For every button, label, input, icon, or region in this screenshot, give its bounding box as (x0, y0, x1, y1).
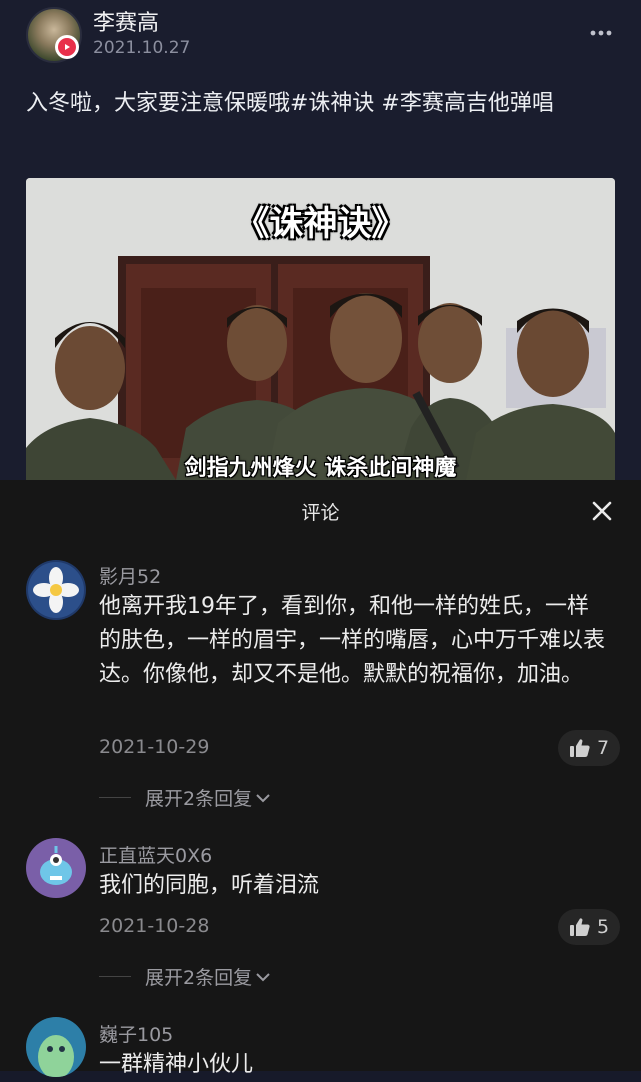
commenter-avatar[interactable] (26, 838, 86, 898)
post-card: 李赛高 2021.10.27 入冬啦，大家要注意保暖哦#诛神诀 #李赛高吉他弹唱 (0, 0, 641, 480)
commenter-name[interactable]: 正直蓝天0X6 (99, 841, 212, 868)
chevron-down-icon (256, 972, 270, 981)
commenter-avatar[interactable] (26, 1017, 86, 1077)
video-thumbnail[interactable]: 《诛神诀》 剑指九州烽火 诛杀此间神魔 (26, 178, 615, 480)
thumbs-up-icon (569, 918, 590, 936)
commenter-name[interactable]: 影月52 (99, 562, 161, 589)
play-badge-icon (55, 35, 79, 59)
comment-date: 2021-10-29 (99, 736, 210, 758)
chevron-down-icon (256, 793, 270, 802)
like-button[interactable]: 5 (558, 909, 620, 945)
expand-replies[interactable]: 展开2条回复 (99, 963, 272, 990)
like-button[interactable]: 7 (558, 730, 620, 766)
author-name[interactable]: 李赛高 (93, 5, 159, 37)
thumbs-up-icon (569, 739, 590, 757)
panel-title: 评论 (301, 502, 340, 524)
close-icon[interactable] (590, 499, 614, 523)
expand-replies-label: 展开2条回复 (145, 967, 253, 989)
expand-replies-label: 展开2条回复 (145, 788, 253, 810)
like-count: 5 (596, 916, 610, 938)
comments-panel: 评论 影月52 他离开我19年了，看到你，和他一样的姓氏，一样的肤色，一样的眉宇… (0, 480, 641, 1077)
commenter-avatar[interactable] (26, 560, 86, 620)
post-text: 入冬啦，大家要注意保暖哦#诛神诀 #李赛高吉他弹唱 (26, 91, 554, 116)
comment-text: 我们的同胞，听着泪流 (99, 873, 320, 898)
comment-date: 2021-10-28 (99, 915, 210, 937)
commenter-name[interactable]: 巍子105 (99, 1020, 173, 1047)
expand-replies[interactable]: 展开2条回复 (99, 784, 272, 811)
video-title: 《诛神诀》 (235, 204, 406, 244)
post-date: 2021.10.27 (93, 38, 191, 58)
more-dots-icon[interactable] (586, 22, 616, 44)
like-count: 7 (596, 737, 610, 759)
comment-text: 他离开我19年了，看到你，和他一样的姓氏，一样的肤色，一样的眉宇，一样的嘴唇，心… (99, 594, 606, 687)
comment-text: 一群精神小伙儿 (99, 1052, 254, 1077)
video-subtitle: 剑指九州烽火 诛杀此间神魔 (184, 456, 457, 480)
